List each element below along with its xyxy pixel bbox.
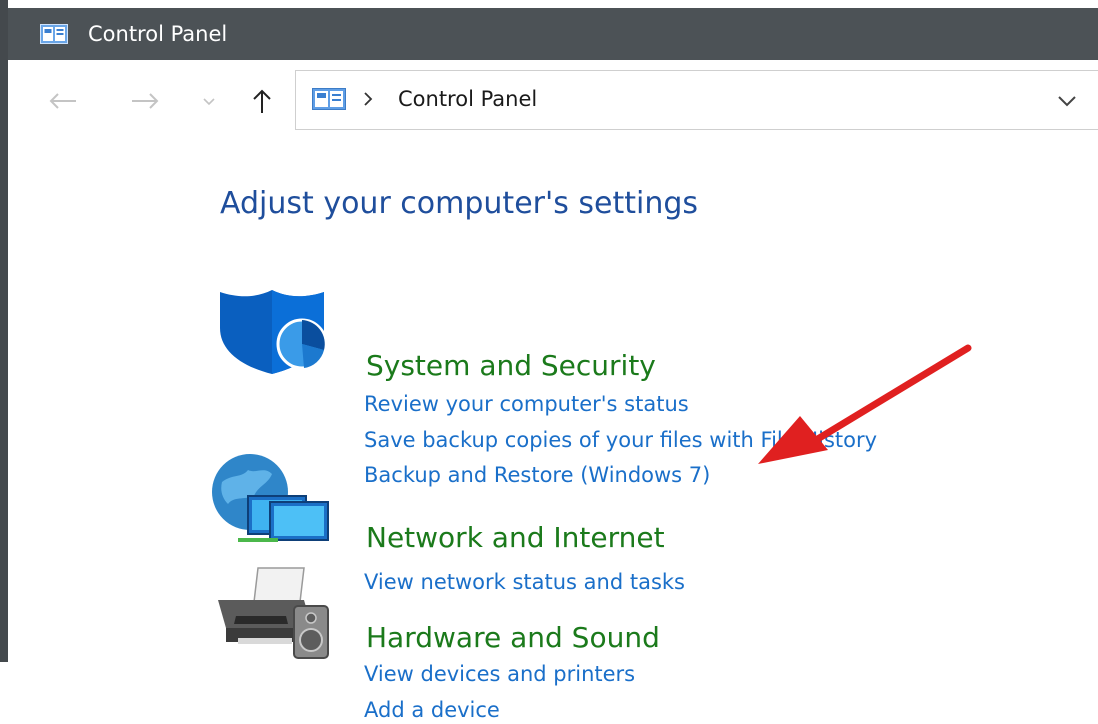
link-network-status[interactable]: View network status and tasks bbox=[364, 568, 685, 596]
window-title: Control Panel bbox=[88, 22, 228, 46]
category-title-network-internet[interactable]: Network and Internet bbox=[366, 520, 665, 556]
category-title-system-security[interactable]: System and Security bbox=[366, 348, 656, 384]
printer-speaker-icon[interactable] bbox=[208, 566, 338, 664]
arrow-right-icon bbox=[132, 93, 159, 109]
chevron-down-icon bbox=[1058, 96, 1076, 107]
control-panel-icon bbox=[40, 24, 68, 48]
back-button[interactable] bbox=[46, 86, 80, 116]
recent-locations-button[interactable] bbox=[198, 86, 220, 116]
address-dropdown-button[interactable] bbox=[1056, 93, 1078, 112]
breadcrumb-control-panel[interactable]: Control Panel bbox=[398, 85, 537, 113]
breadcrumb-separator-icon bbox=[362, 91, 374, 111]
up-button[interactable] bbox=[248, 86, 276, 116]
link-file-history[interactable]: Save backup copies of your files with Fi… bbox=[364, 426, 877, 454]
forward-button[interactable] bbox=[128, 86, 162, 116]
link-backup-restore[interactable]: Backup and Restore (Windows 7) bbox=[364, 461, 710, 489]
link-review-computer-status[interactable]: Review your computer's status bbox=[364, 390, 689, 418]
control-panel-icon bbox=[312, 88, 346, 114]
category-title-hardware-sound[interactable]: Hardware and Sound bbox=[366, 620, 660, 656]
arrow-left-icon bbox=[49, 93, 76, 109]
shield-icon[interactable] bbox=[208, 288, 338, 378]
address-bar[interactable]: Control Panel bbox=[295, 70, 1098, 130]
page-heading: Adjust your computer's settings bbox=[220, 186, 699, 221]
control-panel-window: Control Panel Adjust your computer's set… bbox=[8, 60, 1098, 722]
chevron-down-icon bbox=[203, 98, 215, 106]
window-left-border bbox=[0, 0, 8, 662]
link-devices-printers[interactable]: View devices and printers bbox=[364, 660, 635, 688]
arrow-up-icon bbox=[253, 89, 271, 113]
link-add-device[interactable]: Add a device bbox=[364, 696, 500, 724]
network-globe-icon[interactable] bbox=[208, 452, 338, 546]
title-bar[interactable]: Control Panel bbox=[8, 8, 1098, 60]
